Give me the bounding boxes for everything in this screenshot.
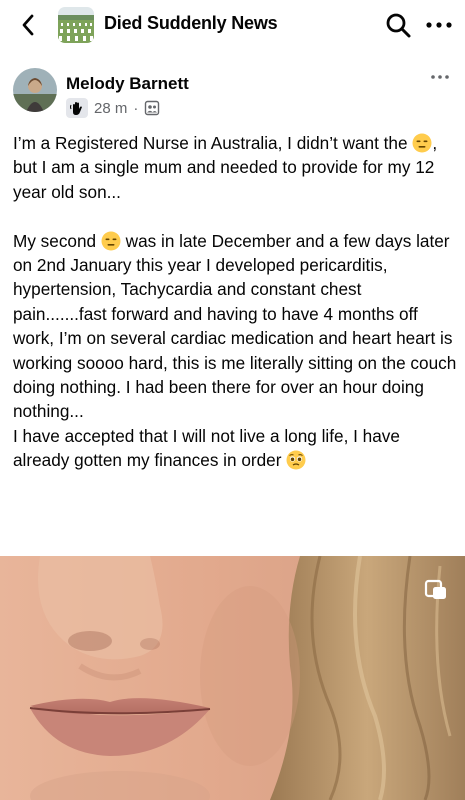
more-horizontal-icon	[426, 22, 452, 28]
expressionless-face-emoji-icon	[101, 231, 121, 251]
post-text-segment: My second	[13, 230, 101, 251]
author-name[interactable]: Melody Barnett	[66, 74, 189, 94]
back-button[interactable]	[14, 11, 42, 39]
post-text-segment: was in late December and a few days late…	[13, 230, 457, 422]
chevron-left-icon	[22, 14, 34, 36]
post-text: I’m a Registered Nurse in Australia, I d…	[13, 131, 458, 473]
post-meta: 28 m ·	[66, 97, 160, 119]
group-audience-icon	[145, 100, 160, 116]
post-photo[interactable]	[0, 556, 465, 800]
post-time[interactable]: 28 m	[94, 100, 127, 117]
search-button[interactable]	[384, 11, 412, 39]
meta-separator: ·	[133, 99, 139, 117]
header-more-button[interactable]	[424, 11, 454, 39]
post-more-button[interactable]	[430, 70, 450, 82]
cemetery-thumbnail-icon	[58, 7, 94, 43]
avatar-photo-icon	[13, 68, 57, 112]
multi-photo-button[interactable]	[424, 576, 450, 602]
search-icon	[386, 13, 411, 38]
post-paragraph: I’m a Registered Nurse in Australia, I d…	[13, 131, 458, 204]
pleading-face-emoji-icon	[286, 450, 306, 470]
post-text-segment: I’m a Registered Nurse in Australia, I d…	[13, 133, 413, 153]
group-thumbnail[interactable]	[58, 7, 94, 43]
group-name[interactable]: Died Suddenly News	[104, 13, 278, 34]
waving-hand-icon	[70, 102, 82, 115]
post-paragraph: I have accepted that I will not live a l…	[13, 424, 458, 473]
post-text-segment: I have accepted that I will not live a l…	[13, 425, 400, 471]
member-badge[interactable]	[66, 98, 88, 118]
close-up-face-photo-icon	[0, 556, 465, 800]
expressionless-face-emoji-icon	[412, 133, 432, 153]
post-paragraph: My second was in late December and a few…	[13, 229, 458, 424]
author-avatar[interactable]	[13, 68, 57, 112]
more-horizontal-icon	[431, 75, 449, 79]
multi-photo-icon	[424, 579, 446, 599]
top-bar: Died Suddenly News	[0, 0, 465, 50]
